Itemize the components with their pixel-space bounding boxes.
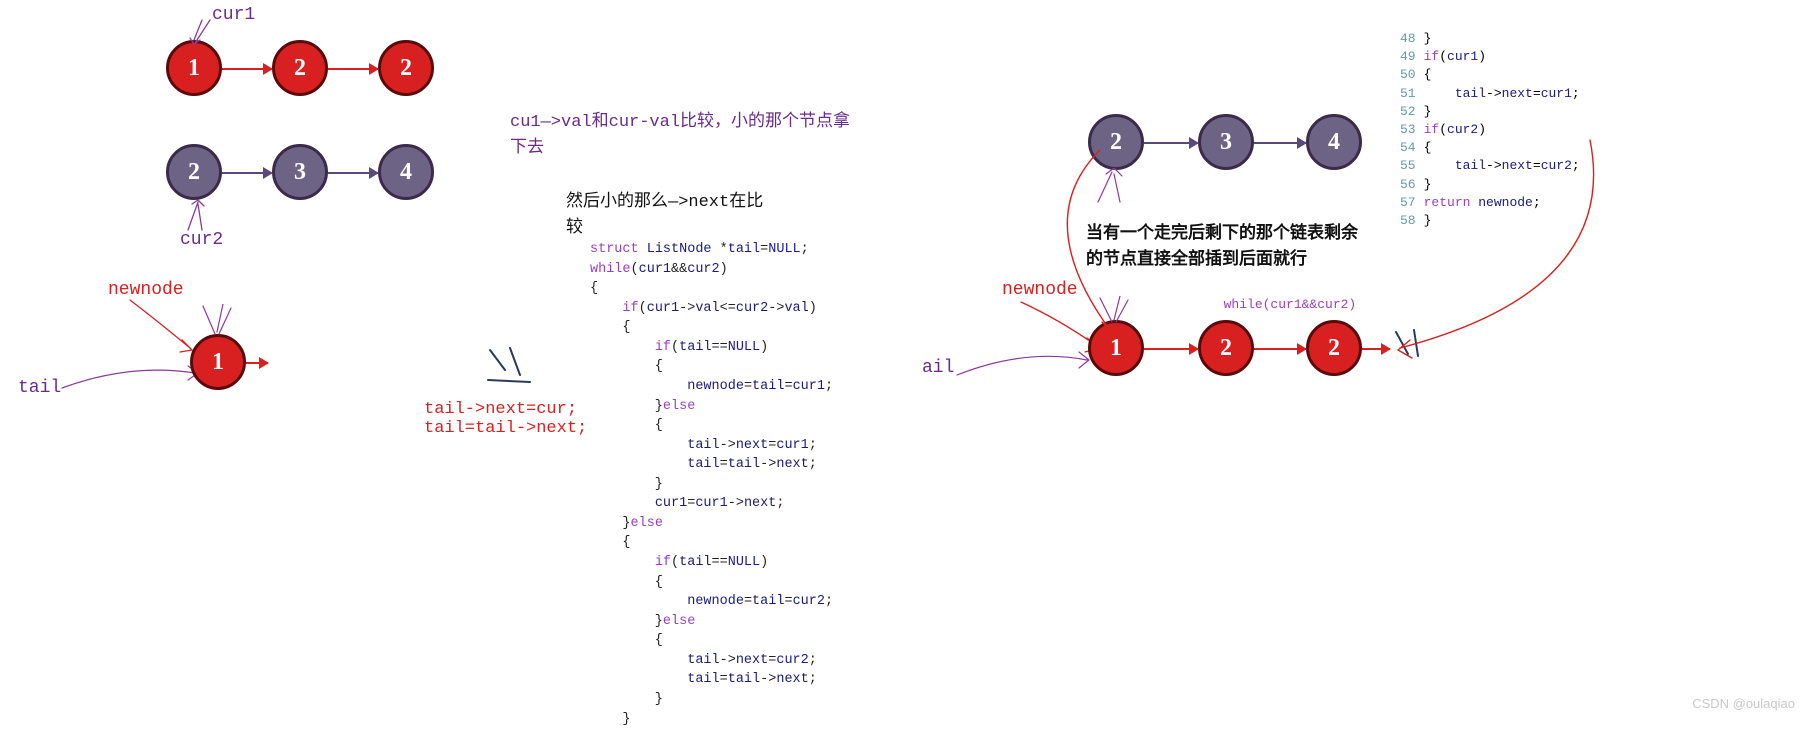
cur1-arrow-icon xyxy=(180,18,230,48)
ail-right-label: ail xyxy=(922,358,954,378)
tail-ops-label: tail->next=cur; tail=tail->next; xyxy=(424,400,587,438)
node-list1-1: 1 xyxy=(166,40,222,96)
arrow-list1-b xyxy=(328,68,378,70)
node-list2-3: 4 xyxy=(378,144,434,200)
desc-compare: cu1—>val和cur-val比较，小的那个节点拿 下去 xyxy=(510,106,850,158)
node-list2-1: 2 xyxy=(166,144,222,200)
node-list1-2: 2 xyxy=(272,40,328,96)
node-list2-2: 3 xyxy=(272,144,328,200)
newnode-arrow-icon xyxy=(120,298,200,358)
node-single: 1 xyxy=(190,334,246,390)
arrow-single xyxy=(246,362,268,364)
code-right-numbered: 48}49if(cur1)50{51 tail->next=cur1;52}53… xyxy=(1400,30,1580,230)
newnode-left-label: newnode xyxy=(108,280,184,300)
cur2-arrow-icon xyxy=(178,198,228,236)
watermark: CSDN @oulaqiao xyxy=(1692,696,1795,711)
arrow-list2-a xyxy=(222,172,272,174)
arrow-list2-b xyxy=(328,172,378,174)
scribble-single-top-icon xyxy=(195,304,245,338)
glyph-icon xyxy=(480,340,540,390)
node-list1-3: 2 xyxy=(378,40,434,96)
arrow-list1-a xyxy=(222,68,272,70)
tail-left-label: tail xyxy=(18,378,61,398)
desc-next: 然后小的那么—>next在比 较 xyxy=(566,186,763,238)
tail-arrow-icon xyxy=(60,358,200,408)
code-main: struct ListNode *tail=NULL;while(cur1&&c… xyxy=(590,240,833,729)
